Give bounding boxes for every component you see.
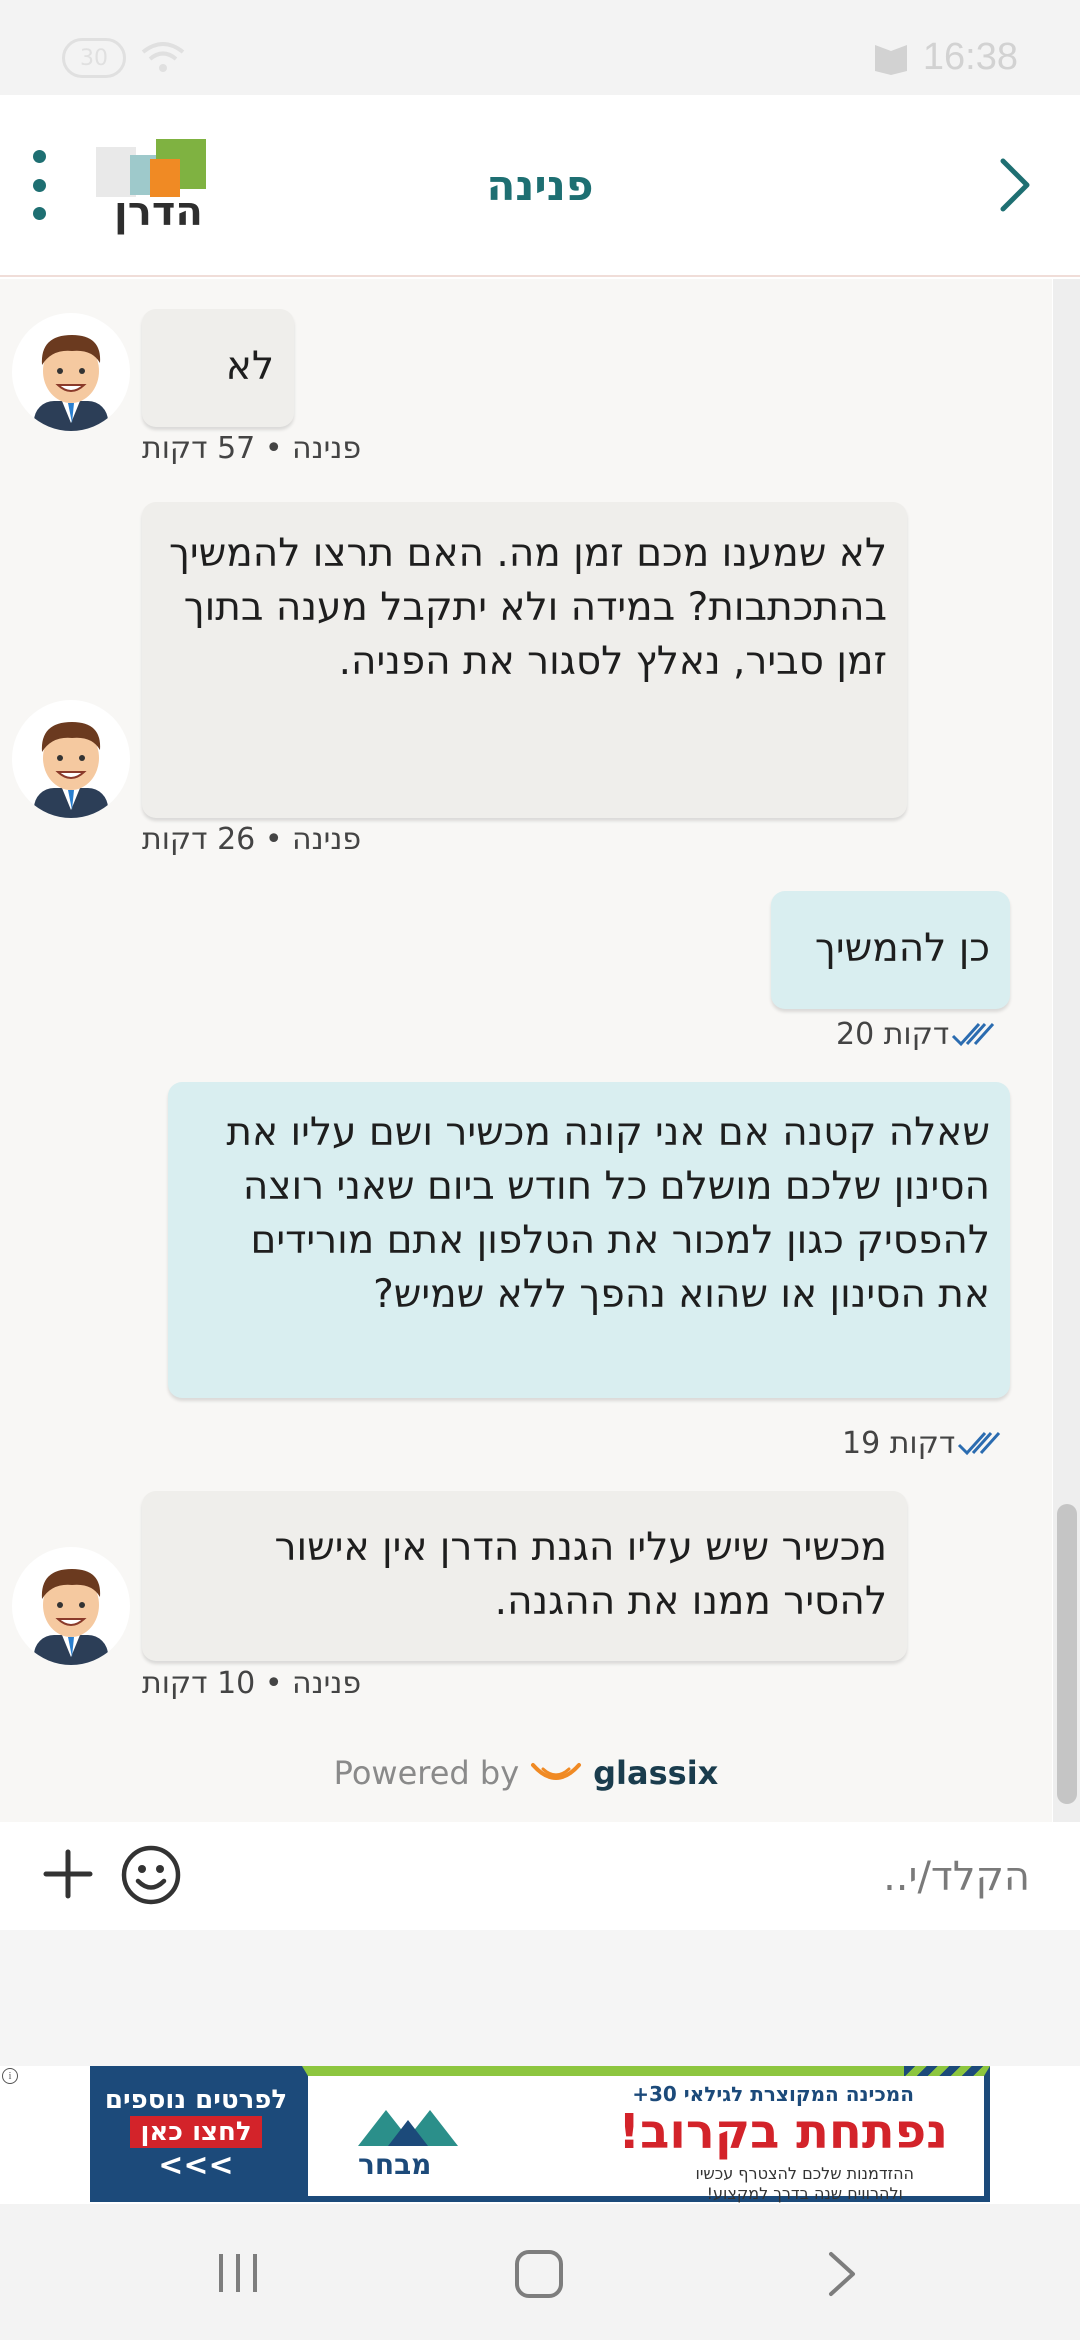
message-time: 19 דקות [842, 1426, 956, 1461]
ad-line1: המכינה המקוצרת לגילאי 30+ [632, 2082, 914, 2106]
chat-transcript[interactable]: לא פנינה • 57 דקות לא שמענו מכם זמן מה. … [0, 279, 1052, 1822]
smiley-icon[interactable] [120, 1844, 182, 1906]
user-message-bubble: שאלה קטנה אם אני קונה מכשיר ושם עליו את … [168, 1082, 1010, 1398]
scrollbar-thumb[interactable] [1057, 1504, 1077, 1804]
ad-stripes [904, 2066, 984, 2076]
message-meta: פנינה • 26 דקות [142, 822, 362, 857]
glassix-logo-icon [531, 1763, 582, 1780]
message-meta: 20 דקות [836, 1017, 997, 1052]
keyboard-spacer [0, 1930, 1080, 2066]
status-time: 16:38 [922, 36, 1018, 78]
page-title: פנינה [486, 161, 594, 210]
ad-arrows: <<< [158, 2148, 234, 2183]
ad-banner-area: i לפרטים נוספים לחצו כאן <<< המכינה המקו… [0, 2066, 1080, 2204]
ad-logo-text: מבחר [358, 2148, 432, 2181]
notification-icon [874, 44, 907, 75]
read-receipt-icon [952, 1022, 995, 1046]
ad-cta-button[interactable]: לחצו כאן [130, 2116, 262, 2148]
ad-left-title: לפרטים נוספים [104, 2085, 288, 2115]
message-input[interactable] [200, 1842, 1030, 1912]
home-icon[interactable] [515, 2250, 563, 2298]
status-bar: 30 16:38 [0, 0, 1080, 95]
ad-subtext: ההזדמנות שלכם להצטרף עכשיו ולהרוויח שנה … [695, 2164, 914, 2204]
agent-message-bubble: לא [142, 309, 294, 427]
ad-banner[interactable]: לפרטים נוספים לחצו כאן <<< המכינה המקוצר… [90, 2066, 990, 2204]
agent-message-bubble: מכשיר שיש עליו הגנת הדרן אין אישור להסיר… [142, 1491, 907, 1661]
ad-headline: נפתחת בקרוב! [618, 2104, 948, 2160]
chevron-right-icon[interactable] [995, 155, 1035, 215]
ad-cta-panel[interactable]: לפרטים נוספים לחצו כאן <<< [90, 2066, 302, 2202]
powered-by-brand: glassix [593, 1754, 719, 1792]
powered-by-label: Powered by [333, 1754, 520, 1792]
message-meta: פנינה • 57 דקות [142, 431, 362, 466]
recent-apps-icon[interactable] [215, 2252, 261, 2294]
status-badge: 30 [62, 38, 126, 78]
ad-subtext-line: ולהרוויח שנה בדרך למקצוע! [706, 2184, 903, 2203]
back-icon[interactable] [825, 2250, 859, 2298]
wifi-icon [141, 42, 185, 72]
message-time: 20 דקות [836, 1017, 950, 1052]
message-meta: פנינה • 10 דקות [142, 1666, 362, 1701]
message-composer [0, 1822, 1080, 1930]
agent-avatar [12, 1547, 130, 1665]
agent-avatar [12, 700, 130, 818]
status-right: 16:38 [873, 36, 1018, 79]
ad-subtext-line: ההזדמנות שלכם להצטרף עכשיו [695, 2164, 914, 2183]
chat-scrollbar[interactable] [1053, 279, 1080, 1822]
agent-message-bubble: לא שמענו מכם זמן מה. האם תרצו להמשיך בהת… [142, 502, 907, 818]
status-left-icons: 30 [62, 38, 186, 78]
user-message-bubble: כן להמשיך [771, 891, 1010, 1009]
chat-header: הדרן פנינה [0, 95, 1080, 277]
powered-by[interactable]: Powered by glassix [0, 1754, 1052, 1792]
ad-info-icon[interactable]: i [2, 2068, 18, 2084]
message-meta: 19 דקות [842, 1426, 1003, 1461]
agent-avatar [12, 313, 130, 431]
ad-content[interactable]: המכינה המקוצרת לגילאי 30+ נפתחת בקרוב! ה… [302, 2066, 990, 2204]
system-nav-bar [0, 2204, 1080, 2340]
plus-icon[interactable] [42, 1848, 94, 1900]
read-receipt-icon [958, 1431, 1001, 1455]
